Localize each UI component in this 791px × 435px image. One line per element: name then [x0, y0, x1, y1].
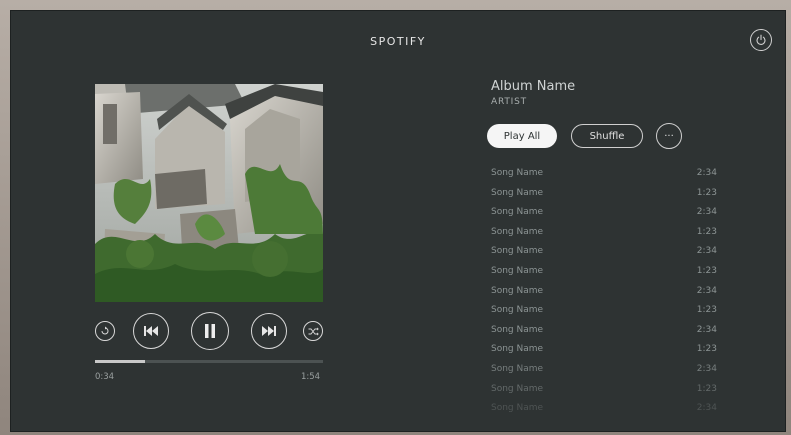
track-row[interactable]: Song Name 1:23	[491, 342, 721, 362]
track-name: Song Name	[491, 324, 544, 335]
track-row[interactable]: Song Name 2:34	[491, 244, 721, 264]
shuffle-play-button[interactable]: Shuffle	[571, 124, 643, 148]
app-title: SPOTIFY	[370, 35, 426, 48]
track-duration: 2:34	[696, 207, 717, 218]
track-row[interactable]: Song Name 2:34	[491, 323, 721, 343]
track-duration: 1:23	[696, 344, 717, 355]
power-icon	[756, 34, 766, 45]
track-name: Song Name	[491, 226, 544, 237]
more-options-button[interactable]: ···	[656, 123, 682, 149]
track-name: Song Name	[491, 187, 544, 198]
play-all-button[interactable]: Play All	[487, 124, 557, 148]
total-time: 1:54	[301, 372, 321, 382]
track-name: Song Name	[491, 344, 544, 355]
track-name: Song Name	[491, 383, 544, 394]
track-row[interactable]: Song Name 1:23	[491, 225, 721, 245]
previous-button[interactable]	[133, 313, 169, 349]
album-title: Album Name	[491, 79, 576, 94]
track-row[interactable]: Song Name 1:23	[491, 264, 721, 284]
track-name: Song Name	[491, 363, 544, 374]
progress-fill	[95, 360, 146, 363]
track-duration: 2:34	[696, 403, 717, 414]
track-name: Song Name	[491, 246, 544, 257]
more-icon: ···	[664, 130, 674, 142]
track-duration: 1:23	[696, 226, 717, 237]
app-window: SPOTIFY 0:34 1:54 Album Name ARTIST Play…	[10, 10, 786, 432]
track-name: Song Name	[491, 207, 544, 218]
power-button[interactable]	[750, 29, 772, 51]
track-row[interactable]: Song Name 2:34	[491, 166, 721, 186]
track-name: Song Name	[491, 403, 544, 414]
track-row[interactable]: Song Name 2:34	[491, 284, 721, 304]
pause-button[interactable]	[191, 312, 229, 350]
previous-icon	[144, 326, 158, 336]
track-duration: 1:23	[696, 305, 717, 316]
track-duration: 2:34	[696, 363, 717, 374]
track-duration: 1:23	[696, 383, 717, 394]
progress-bar[interactable]	[95, 360, 323, 363]
playback-controls	[95, 311, 323, 351]
track-name: Song Name	[491, 305, 544, 316]
track-row[interactable]: Song Name 1:23	[491, 382, 721, 402]
track-name: Song Name	[491, 168, 544, 178]
track-name: Song Name	[491, 285, 544, 296]
artist-name[interactable]: ARTIST	[491, 97, 527, 107]
repeat-icon	[101, 326, 109, 335]
next-icon	[262, 326, 276, 336]
track-duration: 2:34	[696, 168, 717, 178]
track-row[interactable]: Song Name 1:23	[491, 186, 721, 206]
track-duration: 2:34	[696, 246, 717, 257]
track-row[interactable]: Song Name 2:34	[491, 205, 721, 225]
album-artwork	[95, 84, 323, 302]
elapsed-time: 0:34	[95, 372, 115, 382]
track-duration: 1:23	[696, 187, 717, 198]
track-duration: 2:34	[696, 324, 717, 335]
track-row[interactable]: Song Name 2:34	[491, 362, 721, 382]
next-button[interactable]	[251, 313, 287, 349]
display-bezel: SPOTIFY 0:34 1:54 Album Name ARTIST Play…	[0, 0, 791, 435]
track-duration: 1:23	[696, 265, 717, 276]
track-list: Song Name 2:34 Song Name 1:23 Song Name 2:34 S…	[491, 166, 721, 421]
track-duration: 2:34	[696, 285, 717, 296]
shuffle-icon	[308, 327, 319, 335]
track-row[interactable]: Song Name 2:34	[491, 401, 721, 421]
repeat-button[interactable]	[95, 321, 115, 341]
shuffle-button[interactable]	[303, 321, 323, 341]
track-name: Song Name	[491, 265, 544, 276]
track-row[interactable]: Song Name 1:23	[491, 303, 721, 323]
pause-icon	[205, 324, 215, 338]
